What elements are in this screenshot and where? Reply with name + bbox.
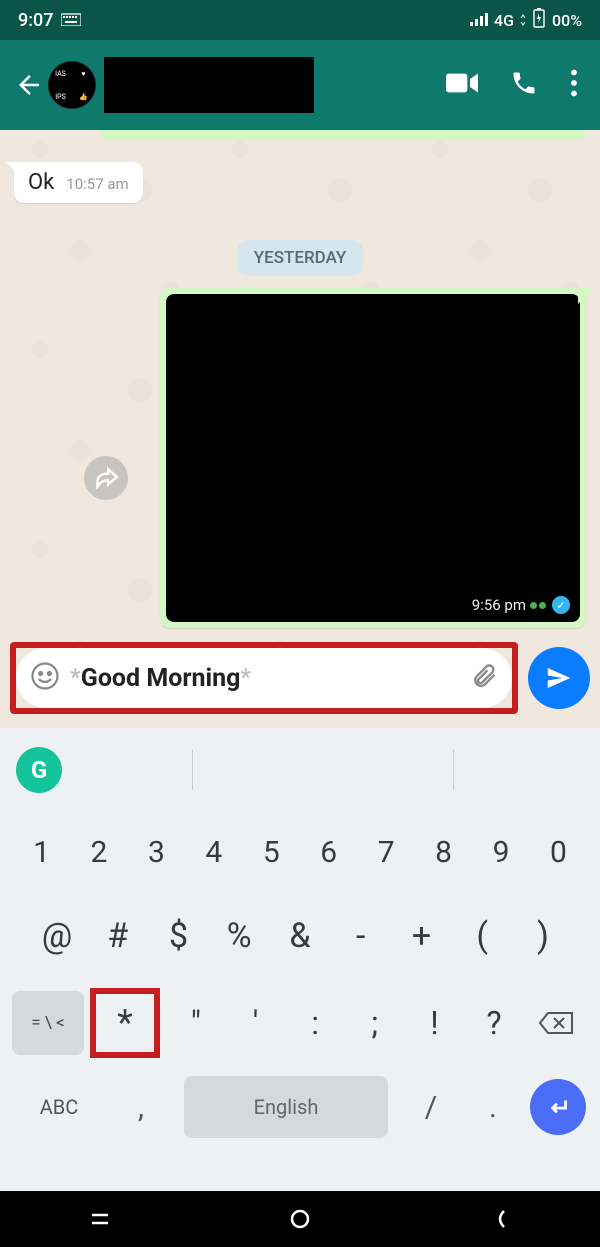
key-abc[interactable]: ABC [14,1076,104,1138]
key-amp[interactable]: & [271,904,329,968]
key-hash[interactable]: # [89,904,147,968]
image-time: 9:56 pm [472,596,526,614]
message-input-text[interactable]: * Good Morning * [70,664,460,693]
partial-message [100,130,586,140]
chat-area[interactable]: Ok 10:57 am YESTERDAY 9:56 pm ✓ * [0,130,600,728]
key-at[interactable]: @ [28,904,86,968]
symbol-row-2: = \ < * " ' : ; ! ? [0,988,600,1058]
message-text: Ok [28,170,54,195]
key-dquote[interactable]: " [168,991,224,1055]
input-highlight: * Good Morning * [10,642,518,714]
key-lparen[interactable]: ( [453,904,511,968]
nav-home[interactable] [260,1207,340,1231]
key-0[interactable]: 0 [531,820,586,884]
key-squote[interactable]: ' [227,991,283,1055]
outgoing-message[interactable]: Ok 10:57 am [14,162,143,203]
status-time: 9:07 [18,10,53,31]
key-minus[interactable]: - [332,904,390,968]
signal-icon [470,11,488,30]
contact-name-redacted[interactable] [104,57,314,113]
key-7[interactable]: 7 [359,820,414,884]
send-button[interactable] [528,647,590,709]
key-question[interactable]: ? [466,991,522,1055]
key-space[interactable]: English [184,1076,388,1138]
nav-back[interactable] [460,1207,540,1231]
read-indicator [530,602,546,609]
battery-label: 00% [552,11,582,30]
suggestion-row: G [0,728,600,812]
network-label: 4G [494,11,514,30]
nav-recent[interactable] [60,1211,140,1227]
bottom-row: ABC , English / . [0,1076,600,1138]
more-options-button[interactable] [570,69,578,101]
key-5[interactable]: 5 [244,820,299,884]
key-semicolon[interactable]: ; [347,991,403,1055]
key-slash[interactable]: / [406,1076,456,1138]
key-backspace[interactable] [524,995,588,1051]
forward-button[interactable] [84,456,128,500]
key-1[interactable]: 1 [14,820,69,884]
keyboard: G 1 2 3 4 5 6 7 8 9 0 @ # $ % & - + ( ) … [0,728,600,1247]
key-rparen[interactable]: ) [514,904,572,968]
key-4[interactable]: 4 [186,820,241,884]
image-message[interactable]: 9:56 pm ✓ [160,288,586,628]
message-input-box[interactable]: * Good Morning * [16,648,512,708]
key-enter[interactable] [530,1079,586,1135]
date-separator: YESTERDAY [238,240,363,276]
attach-icon[interactable] [470,662,498,694]
voice-call-button[interactable] [510,69,538,101]
keyboard-status-icon [61,10,81,31]
message-time: 10:57 am [66,175,128,193]
key-asterisk-highlight: * [90,988,160,1058]
android-nav-bar [0,1191,600,1247]
key-colon[interactable]: : [287,991,343,1055]
key-switch-symbols[interactable]: = \ < [12,991,84,1055]
delivered-check-icon: ✓ [552,596,570,614]
contact-avatar[interactable]: IAS♥IPS👍 [48,61,96,109]
key-8[interactable]: 8 [416,820,471,884]
key-bang[interactable]: ! [406,991,462,1055]
status-bar: 9:07 4G 00% [0,0,600,40]
key-6[interactable]: 6 [301,820,356,884]
image-content-redacted[interactable]: 9:56 pm ✓ [166,294,580,622]
number-row: 1 2 3 4 5 6 7 8 9 0 [0,812,600,884]
key-2[interactable]: 2 [71,820,126,884]
key-asterisk[interactable]: * [117,1002,133,1044]
grammarly-icon[interactable]: G [16,747,62,793]
back-button[interactable] [14,70,44,100]
data-arrows-icon [520,14,526,26]
video-call-button[interactable] [446,71,478,99]
key-9[interactable]: 9 [474,820,529,884]
emoji-icon[interactable] [30,661,60,695]
chat-header: IAS♥IPS👍 [0,40,600,130]
key-dollar[interactable]: $ [150,904,208,968]
key-comma[interactable]: , [116,1076,166,1138]
key-3[interactable]: 3 [129,820,184,884]
battery-icon [532,8,546,32]
key-percent[interactable]: % [210,904,268,968]
symbol-row-1: @ # $ % & - + ( ) [0,904,600,968]
key-plus[interactable]: + [393,904,451,968]
key-period[interactable]: . [468,1076,518,1138]
